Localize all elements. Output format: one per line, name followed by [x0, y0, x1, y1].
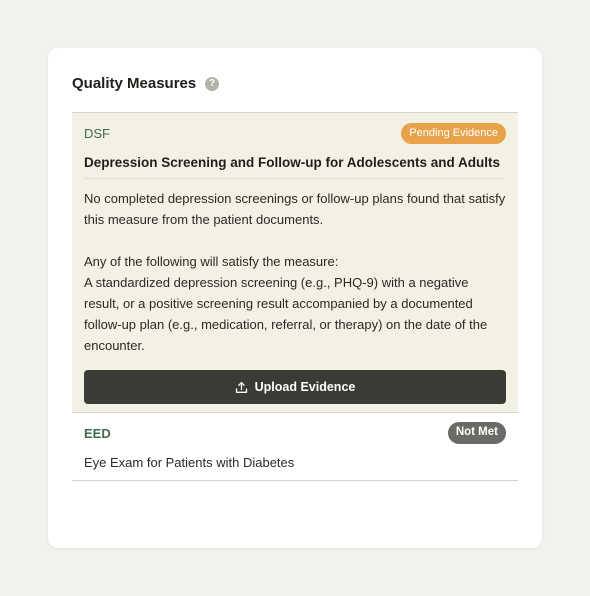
measure-title: Depression Screening and Follow-up for A…: [84, 154, 506, 179]
measure-finding-text: No completed depression screenings or fo…: [84, 191, 506, 227]
measure-item-eed[interactable]: EED Not Met Eye Exam for Patients with D…: [72, 413, 518, 481]
measure-code: EED: [84, 425, 111, 441]
upload-icon: [235, 381, 248, 394]
measure-code: DSF: [84, 125, 110, 141]
criteria-heading: Any of the following will satisfy the me…: [84, 254, 339, 269]
card-header: Quality Measures ?: [72, 75, 220, 92]
measure-list: DSF Pending Evidence Depression Screenin…: [72, 112, 518, 481]
measure-item-dsf[interactable]: DSF Pending Evidence Depression Screenin…: [72, 113, 518, 413]
upload-evidence-label: Upload Evidence: [254, 380, 356, 394]
upload-evidence-button[interactable]: Upload Evidence: [84, 370, 506, 404]
measure-title: Eye Exam for Patients with Diabetes: [84, 455, 295, 470]
criteria-text: A standardized depression screening (e.g…: [84, 275, 488, 353]
status-badge: Pending Evidence: [401, 122, 506, 144]
status-badge: Not Met: [447, 422, 506, 444]
help-icon[interactable]: ?: [205, 76, 220, 91]
measure-description: No completed depression screenings or fo…: [84, 188, 506, 356]
quality-measures-card: Quality Measures ? DSF Pending Evidence …: [48, 48, 542, 548]
card-title: Quality Measures: [72, 75, 197, 92]
